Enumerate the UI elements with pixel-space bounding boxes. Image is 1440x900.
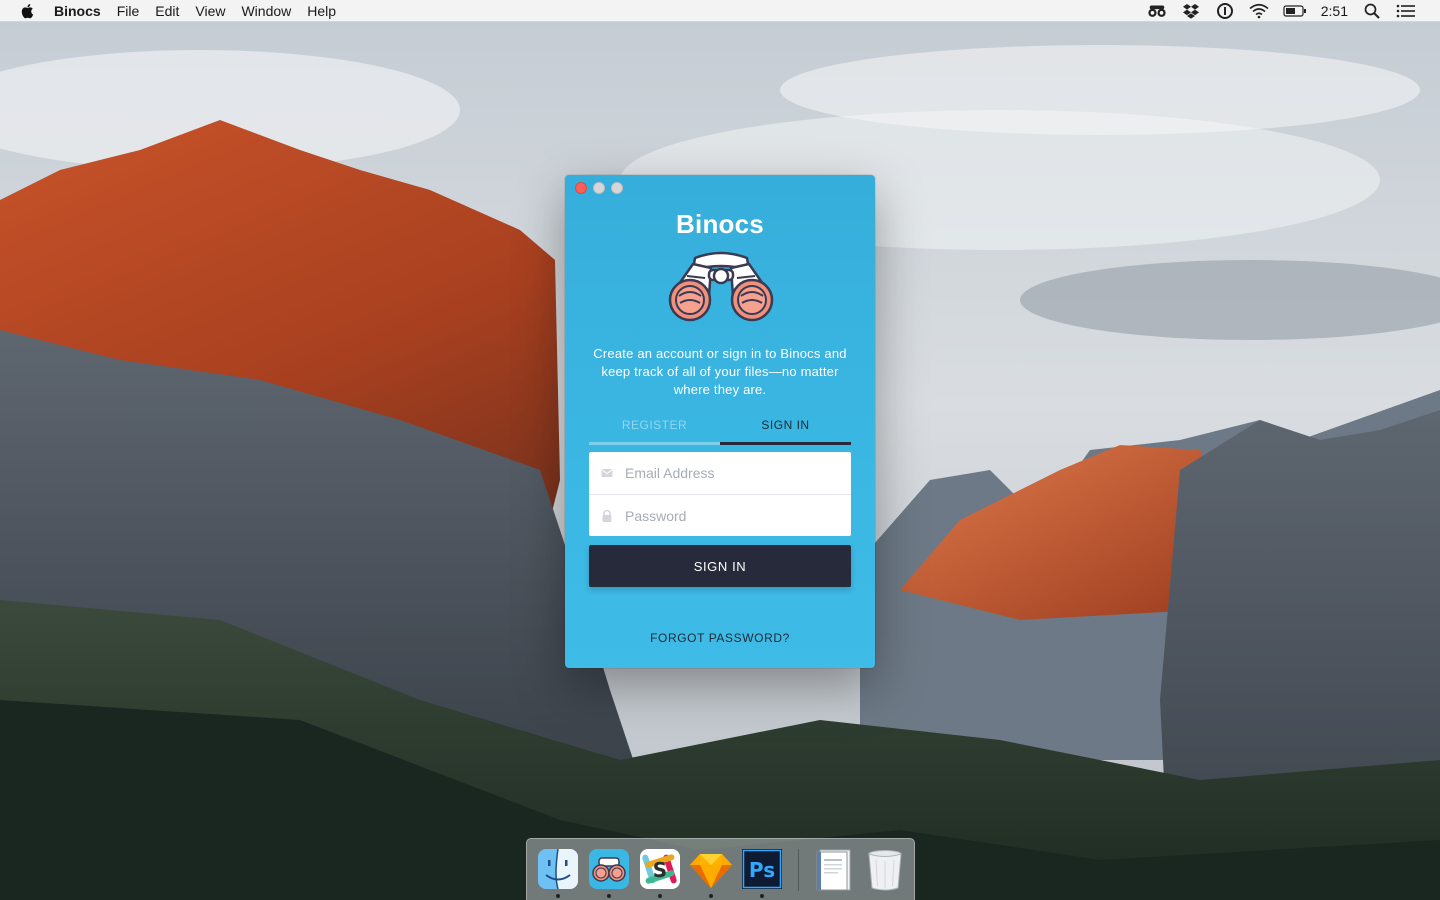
menubar-clock[interactable]: 2:51 [1321, 3, 1348, 19]
trash-icon[interactable] [862, 846, 908, 892]
email-field-container [589, 452, 851, 494]
forgot-password-link[interactable]: FORGOT PASSWORD? [565, 631, 875, 645]
window-controls [575, 182, 623, 194]
auth-tabs: REGISTER SIGN IN [589, 415, 851, 445]
svg-text:S: S [653, 858, 667, 882]
menu-window[interactable]: Window [233, 0, 299, 22]
dock-separator [798, 849, 799, 891]
close-window-button[interactable] [575, 182, 587, 194]
tab-sign-in[interactable]: SIGN IN [720, 415, 851, 445]
sketch-running-indicator [709, 894, 713, 898]
sign-in-button[interactable]: SIGN IN [589, 545, 851, 587]
slack-icon[interactable]: S [637, 846, 683, 892]
binocs-icon[interactable] [586, 846, 632, 892]
menu-app-name[interactable]: Binocs [54, 0, 109, 22]
onepassword-icon[interactable] [1215, 2, 1235, 19]
binocs-running-indicator [607, 894, 611, 898]
menu-file[interactable]: File [109, 0, 148, 22]
photoshop-running-indicator [760, 894, 764, 898]
menu-edit[interactable]: Edit [147, 0, 187, 22]
document-icon[interactable] [811, 846, 857, 892]
dock: S Ps [526, 838, 915, 900]
menu-view[interactable]: View [187, 0, 233, 22]
menu-help[interactable]: Help [299, 0, 344, 22]
binocs-login-window: Binocs Create an account or sign in to B… [565, 175, 875, 668]
slack-running-indicator [658, 894, 662, 898]
zoom-window-button[interactable] [611, 182, 623, 194]
password-field-container [589, 494, 851, 536]
photoshop-icon[interactable]: Ps [739, 846, 785, 892]
password-input[interactable] [625, 507, 835, 524]
wifi-icon[interactable] [1249, 3, 1269, 19]
tagline-text: Create an account or sign in to Binocs a… [593, 346, 847, 397]
apple-icon[interactable] [20, 3, 34, 19]
sketch-icon[interactable] [688, 846, 734, 892]
binoculars-icon[interactable] [1147, 3, 1167, 19]
battery-icon[interactable] [1283, 3, 1307, 19]
finder-icon[interactable] [535, 846, 581, 892]
menu-bar: Binocs File Edit View Window Help 2:51 [0, 0, 1440, 22]
envelope-icon [601, 467, 613, 479]
notification-center-icon[interactable] [1396, 3, 1416, 19]
email-input[interactable] [625, 465, 835, 481]
binoculars-logo-icon [665, 250, 777, 326]
minimize-window-button[interactable] [593, 182, 605, 194]
sign-in-form [589, 452, 851, 536]
tab-register[interactable]: REGISTER [589, 415, 720, 445]
spotlight-search-icon[interactable] [1362, 3, 1382, 19]
finder-running-indicator [556, 894, 560, 898]
app-title: Binocs [676, 209, 764, 239]
lock-icon [601, 509, 613, 522]
dropbox-icon[interactable] [1181, 3, 1201, 19]
photoshop-label: Ps [749, 858, 775, 882]
